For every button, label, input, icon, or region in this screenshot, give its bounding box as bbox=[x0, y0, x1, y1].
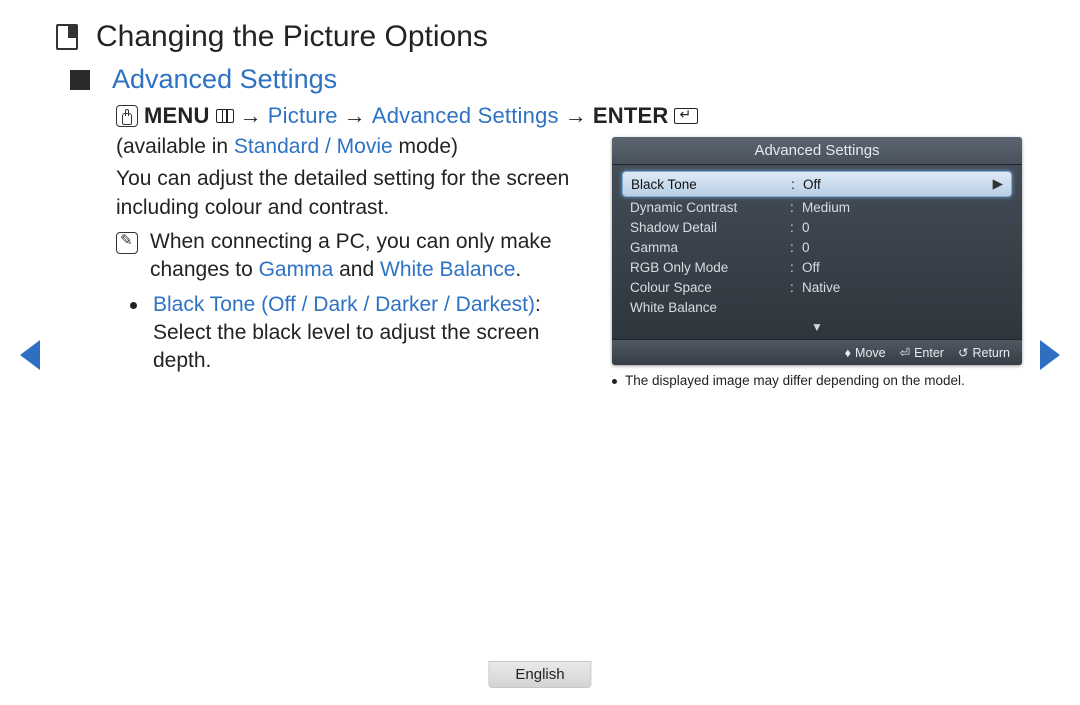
enter-small-icon: ⏎ bbox=[900, 345, 910, 360]
osd-value: Off bbox=[802, 260, 820, 275]
section-bullet-icon bbox=[70, 70, 90, 90]
black-tone-description: Black Tone (Off / Dark / Darker / Darkes… bbox=[153, 291, 596, 376]
enter-label: Enter bbox=[914, 346, 944, 360]
page-title: Changing the Picture Options bbox=[96, 20, 488, 54]
bullet-label: Black Tone (Off / Dark / Darker / Darkes… bbox=[153, 293, 535, 316]
osd-row-rgb-only-mode[interactable]: RGB Only Mode : Off bbox=[622, 257, 1012, 277]
note-gamma: Gamma bbox=[259, 258, 334, 281]
osd-row-gamma[interactable]: Gamma : 0 bbox=[622, 237, 1012, 257]
breadcrumb-enter-label: ENTER bbox=[593, 103, 669, 129]
osd-value: Medium bbox=[802, 200, 850, 215]
osd-value: Off bbox=[803, 177, 821, 192]
note-and: and bbox=[333, 258, 380, 281]
osd-title: Advanced Settings bbox=[612, 137, 1022, 165]
page-prev-arrow[interactable] bbox=[20, 340, 40, 370]
osd-row-white-balance[interactable]: White Balance bbox=[622, 297, 1012, 317]
enter-icon bbox=[674, 108, 698, 124]
osd-list: Black Tone : Off ▶ Dynamic Contrast : Me… bbox=[612, 165, 1022, 319]
breadcrumb-picture: Picture bbox=[268, 103, 338, 129]
osd-footer-enter: ⏎ Enter bbox=[900, 345, 944, 360]
osd-label: White Balance bbox=[630, 300, 790, 315]
available-modes: Standard / Movie bbox=[234, 135, 393, 158]
osd-row-colour-space[interactable]: Colour Space : Native bbox=[622, 277, 1012, 297]
osd-footer: ♦ Move ⏎ Enter ↺ Return bbox=[612, 339, 1022, 365]
section-title: Advanced Settings bbox=[112, 64, 337, 95]
osd-footer-move: ♦ Move bbox=[845, 346, 886, 360]
menu-grid-icon bbox=[216, 109, 234, 123]
osd-caption: The displayed image may differ depending… bbox=[612, 373, 1022, 388]
osd-label: Black Tone bbox=[631, 177, 791, 192]
osd-row-black-tone[interactable]: Black Tone : Off ▶ bbox=[622, 171, 1012, 197]
hand-icon bbox=[116, 105, 138, 127]
osd-value: 0 bbox=[802, 220, 810, 235]
osd-more-indicator[interactable]: ▼ bbox=[612, 319, 1022, 339]
move-icon: ♦ bbox=[845, 346, 851, 360]
available-prefix: (available in bbox=[116, 135, 234, 158]
breadcrumb-sep-1: → bbox=[240, 103, 262, 129]
note-period: . bbox=[515, 258, 521, 281]
osd-label: Colour Space bbox=[630, 280, 790, 295]
osd-footer-return: ↺ Return bbox=[958, 345, 1010, 360]
move-label: Move bbox=[855, 346, 886, 360]
osd-row-dynamic-contrast[interactable]: Dynamic Contrast : Medium bbox=[622, 197, 1012, 217]
breadcrumb-sep-3: → bbox=[565, 103, 587, 129]
return-icon: ↺ bbox=[958, 345, 968, 360]
language-footer: English bbox=[488, 661, 591, 688]
osd-panel: Advanced Settings Black Tone : Off ▶ Dyn… bbox=[612, 137, 1022, 365]
osd-label: Dynamic Contrast bbox=[630, 200, 790, 215]
available-suffix: mode) bbox=[393, 135, 458, 158]
page-next-arrow[interactable] bbox=[1040, 340, 1060, 370]
osd-value: 0 bbox=[802, 240, 810, 255]
chevron-right-icon: ▶ bbox=[993, 176, 1003, 192]
note-icon bbox=[116, 232, 138, 254]
breadcrumb: MENU → Picture → Advanced Settings → ENT… bbox=[116, 103, 1050, 129]
osd-label: Shadow Detail bbox=[630, 220, 790, 235]
breadcrumb-menu-label: MENU bbox=[144, 103, 210, 129]
osd-label: RGB Only Mode bbox=[630, 260, 790, 275]
bookmark-icon bbox=[56, 24, 78, 50]
osd-row-shadow-detail[interactable]: Shadow Detail : 0 bbox=[622, 217, 1012, 237]
pc-note: When connecting a PC, you can only make … bbox=[150, 228, 596, 285]
intro-text: You can adjust the detailed setting for … bbox=[116, 165, 596, 222]
breadcrumb-sep-2: → bbox=[344, 103, 366, 129]
caption-text: The displayed image may differ depending… bbox=[625, 373, 965, 388]
osd-value: Native bbox=[802, 280, 840, 295]
caption-dot-icon bbox=[612, 379, 617, 384]
bullet-dot-icon bbox=[130, 302, 137, 309]
body-text: (available in Standard / Movie mode) You… bbox=[116, 133, 596, 376]
note-white-balance: White Balance bbox=[380, 258, 515, 281]
osd-label: Gamma bbox=[630, 240, 790, 255]
return-label: Return bbox=[972, 346, 1010, 360]
breadcrumb-advanced-settings: Advanced Settings bbox=[372, 103, 559, 129]
